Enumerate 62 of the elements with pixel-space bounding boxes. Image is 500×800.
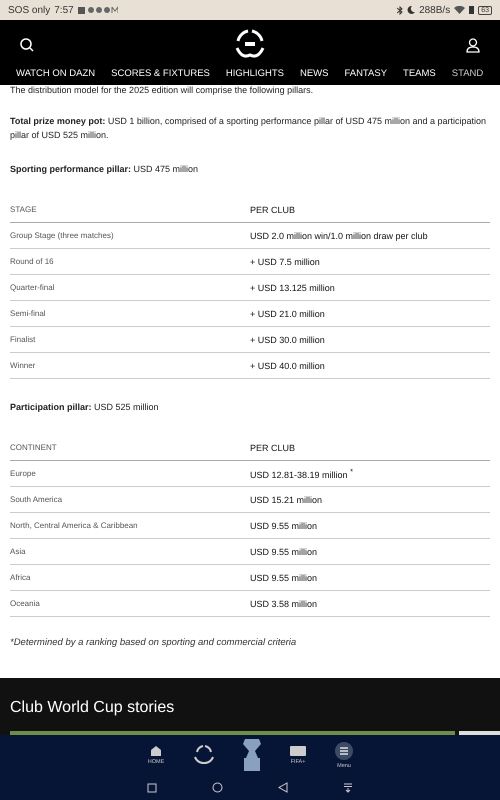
network-speed: 288B/s bbox=[419, 4, 450, 16]
table-cell: USD 9.55 million bbox=[250, 538, 490, 564]
back-icon[interactable] bbox=[278, 782, 288, 793]
participation-pillar-text: Participation pillar: USD 525 million bbox=[10, 401, 160, 414]
table-cell: Winner bbox=[10, 352, 250, 378]
table-cell: Oceania bbox=[10, 590, 250, 616]
clock-time: 7:57 bbox=[54, 4, 74, 16]
table-cell: North, Central America & Caribbean bbox=[10, 512, 250, 538]
table-cell: USD 9.55 million bbox=[250, 564, 490, 590]
trophy-icon bbox=[242, 738, 262, 772]
footnote: *Determined by a ranking based on sporting and commercial criteria bbox=[10, 637, 298, 648]
table-cell: South America bbox=[10, 486, 250, 512]
nav-link[interactable]: WATCH ON DAZN bbox=[16, 68, 96, 79]
nav-link[interactable]: HIGHLIGHTS bbox=[226, 68, 284, 79]
pull-down-icon[interactable] bbox=[343, 782, 353, 792]
account-icon[interactable] bbox=[466, 38, 480, 52]
table-cell: USD 9.55 million bbox=[250, 512, 490, 538]
table-cell: Europe bbox=[10, 460, 250, 486]
total-prize-paragraph: Total prize money pot: USD 1 billion, comprised of a sporting performance pillar of USD 475 million and a participation pillar of USD 525 million. bbox=[10, 115, 488, 142]
badge-icon bbox=[290, 746, 306, 756]
table-cell: USD 3.58 million bbox=[250, 590, 490, 616]
search-icon[interactable] bbox=[20, 38, 34, 52]
table-cell: Quarter-final bbox=[10, 274, 250, 300]
table-cell: + USD 7.5 million bbox=[250, 248, 490, 274]
wifi-icon bbox=[454, 6, 466, 14]
nav-link[interactable]: TEAMS bbox=[403, 68, 436, 79]
carrier-text: SOS only bbox=[8, 4, 50, 16]
notification-icons-drawing bbox=[78, 6, 118, 14]
sporting-pillar-text: Sporting performance pillar: USD 475 million bbox=[10, 163, 200, 176]
table-cell: + USD 13.125 million bbox=[250, 274, 490, 300]
intro-text: The distribution model for the 2025 edition will comprise the following pillars. bbox=[10, 85, 314, 96]
table-cell: Africa bbox=[10, 564, 250, 590]
bluetooth-icon bbox=[397, 6, 404, 14]
column-header: PER CLUB bbox=[250, 197, 490, 222]
home-icon bbox=[150, 745, 162, 756]
nav-link[interactable]: SCORES & FIXTURES bbox=[111, 68, 210, 79]
column-header: PER CLUB bbox=[250, 435, 490, 460]
column-header: STAGE bbox=[10, 197, 250, 222]
ring-logo-icon bbox=[192, 743, 216, 767]
nav-link[interactable]: NEWS bbox=[300, 68, 328, 79]
table-cell: Asia bbox=[10, 538, 250, 564]
logo-tab[interactable] bbox=[192, 743, 216, 767]
table-cell: USD 15.21 million bbox=[250, 486, 490, 512]
moon-icon bbox=[407, 6, 416, 14]
column-header: CONTINENT bbox=[10, 435, 250, 460]
table-cell: Finalist bbox=[10, 326, 250, 352]
recents-icon[interactable] bbox=[147, 782, 157, 792]
table-cell: + USD 30.0 million bbox=[250, 326, 490, 352]
table-cell: Round of 16 bbox=[10, 248, 250, 274]
table-cell: USD 12.81-38.19 million $^{*}$ bbox=[250, 460, 490, 486]
table-cell: Group Stage (three matches) bbox=[10, 222, 250, 248]
table-cell: Semi-final bbox=[10, 300, 250, 326]
menu-icon bbox=[335, 742, 353, 760]
section-title: Club World Cup stories bbox=[9, 699, 176, 718]
sim-icon bbox=[469, 6, 474, 14]
table-cell: + USD 40.0 million bbox=[250, 352, 490, 378]
table-cell: + USD 21.0 million bbox=[250, 300, 490, 326]
trophy-tab[interactable] bbox=[242, 738, 262, 772]
nav-link[interactable]: FANTASY bbox=[344, 68, 388, 79]
nav-link[interactable]: STAND bbox=[452, 68, 484, 79]
home-circle-icon[interactable] bbox=[212, 782, 223, 793]
table-cell: USD 2.0 million win/1.0 million draw per club bbox=[250, 222, 490, 248]
